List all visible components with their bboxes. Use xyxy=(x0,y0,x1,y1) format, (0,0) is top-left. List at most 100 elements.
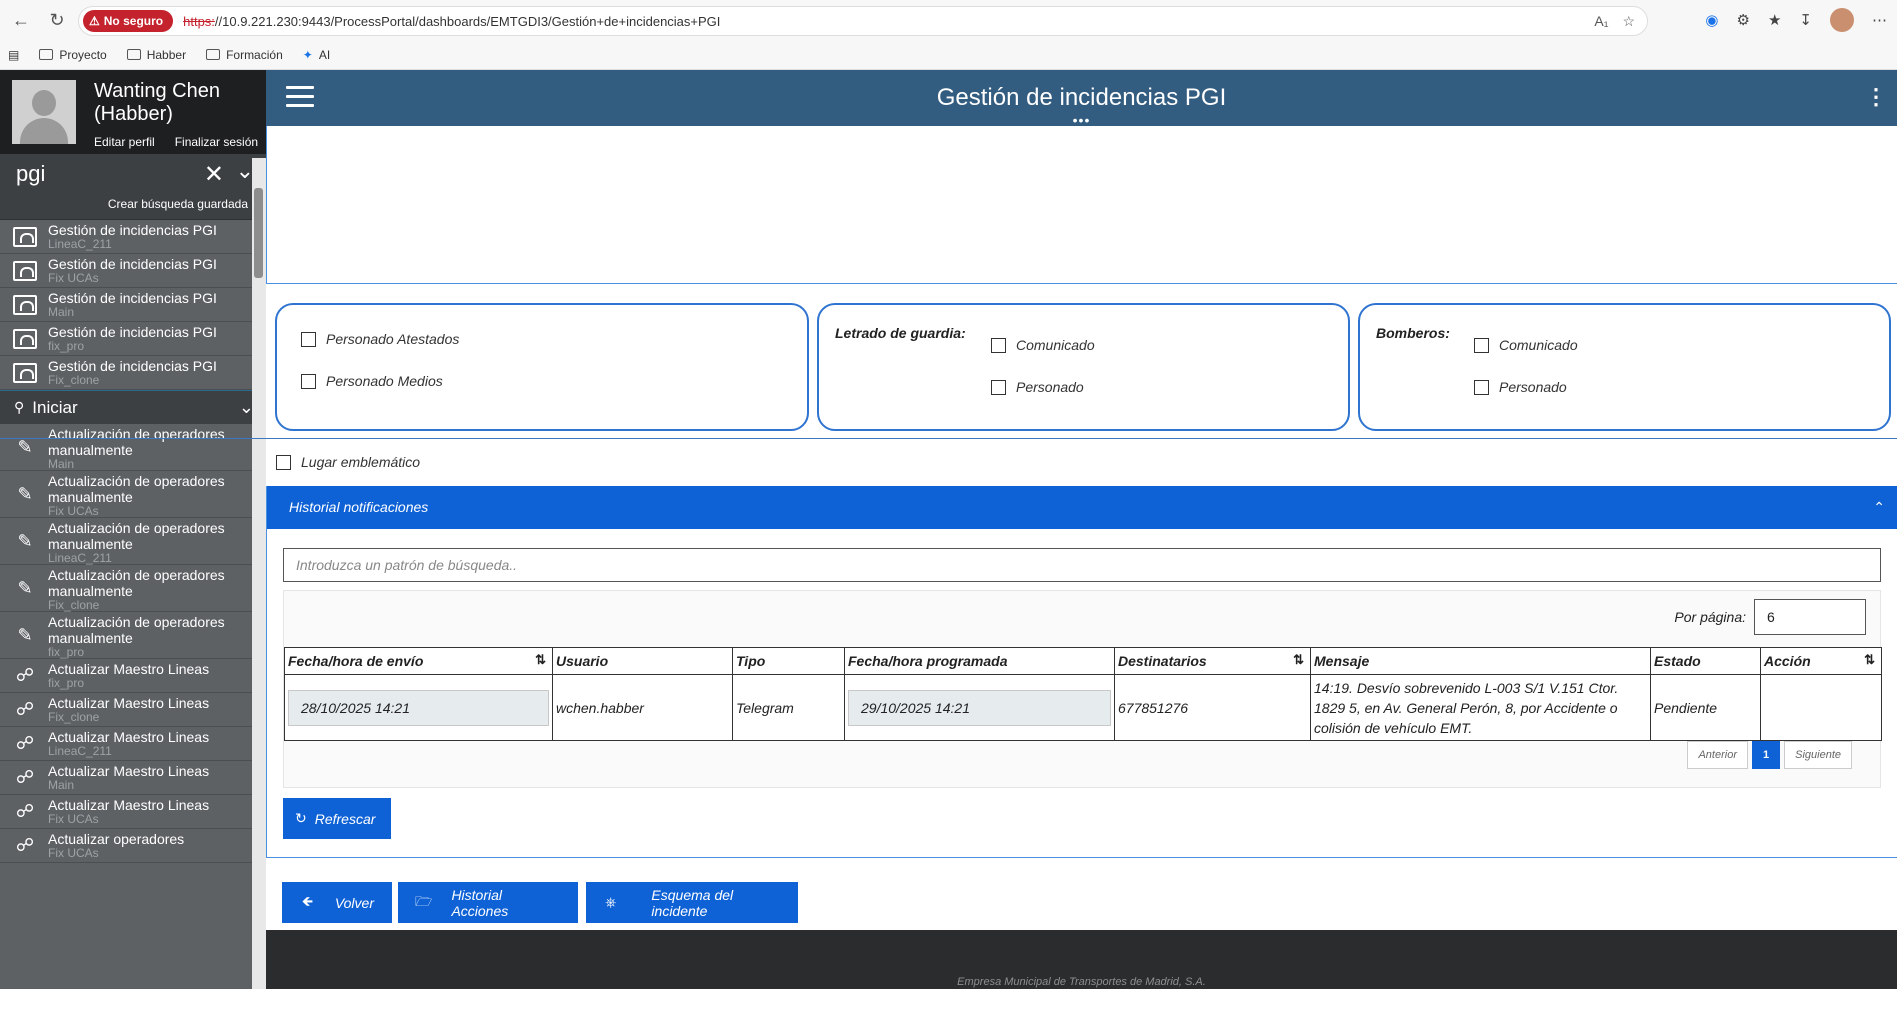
incident-scheme-button[interactable]: ⎈ Esquema del incidente xyxy=(586,882,798,923)
checkbox[interactable] xyxy=(301,373,316,389)
refresh-button[interactable]: ↻ Refrescar xyxy=(283,798,391,839)
letrado-comunicado-checkbox[interactable]: Comunicado xyxy=(991,337,1095,353)
sidebar-process-item[interactable]: ☍ Actualizar Maestro Lineas fix_pro xyxy=(0,659,266,693)
sidebar-process-item[interactable]: ☍ Actualizar Maestro Lineas Fix UCAs xyxy=(0,795,266,829)
profile-panel: Wanting Chen (Habber) Editar perfil Fina… xyxy=(0,70,266,154)
sort-icon[interactable]: ⇅ xyxy=(535,652,546,668)
sidebar-item-subtitle: fix_pro xyxy=(48,645,85,659)
sidebar-dashboard-item[interactable]: Gestión de incidencias PGI Fix UCAs xyxy=(0,254,266,288)
checkbox[interactable] xyxy=(1474,379,1489,395)
lugar-emblematico-checkbox[interactable]: Lugar emblemático xyxy=(276,454,420,470)
ai-icon: ✦ xyxy=(302,47,313,62)
read-aloud-icon[interactable]: A₁ xyxy=(1594,13,1608,30)
download-icon[interactable]: ↧ xyxy=(1799,11,1812,29)
letrado-personado-checkbox[interactable]: Personado xyxy=(991,379,1084,395)
checkbox[interactable] xyxy=(276,454,291,470)
checkbox[interactable] xyxy=(301,331,316,347)
sidebar-dashboard-item[interactable]: Gestión de incidencias PGI Fix_clone xyxy=(0,356,266,390)
sidebar-scrollbar[interactable] xyxy=(252,158,266,989)
checkbox[interactable] xyxy=(1474,337,1489,353)
puzzle-icon[interactable]: ⚙ xyxy=(1737,11,1750,29)
sidebar-process-item[interactable]: ☍ Actualizar Maestro Lineas Main xyxy=(0,761,266,795)
bomberos-label: Bomberos: xyxy=(1376,325,1450,341)
back-button[interactable]: 🡸 Volver xyxy=(282,882,392,923)
sidebar-process-item[interactable]: ✎ Actualización de operadores manualmente… xyxy=(0,424,266,471)
sidebar-process-item[interactable]: ☍ Actualizar Maestro Lineas Fix_clone xyxy=(0,693,266,727)
bookmark-formacion[interactable]: Formación xyxy=(206,48,283,62)
collapse-icon[interactable]: ⌃ xyxy=(1873,486,1885,529)
bookmark-ai[interactable]: ✦ AI xyxy=(303,48,330,62)
col-mensaje: Mensaje xyxy=(1310,647,1651,675)
favorite-star-icon[interactable]: ☆ xyxy=(1622,13,1635,30)
bomberos-comunicado-checkbox[interactable]: Comunicado xyxy=(1474,337,1578,353)
back-arrow-icon[interactable]: ← xyxy=(6,5,36,35)
cell-mensaje: 14:19. Desvío sobrevenido L-003 S/1 V.15… xyxy=(1310,674,1651,741)
prev-page-button[interactable]: Anterior xyxy=(1687,741,1748,769)
notifications-table: Fecha/hora de envío ⇅ Usuario Tipo Fecha/… xyxy=(284,647,1882,741)
sidebar-process-item[interactable]: ✎ Actualización de operadores manualmente… xyxy=(0,565,266,612)
page-1-button[interactable]: 1 xyxy=(1752,741,1781,769)
next-page-button[interactable]: Siguiente xyxy=(1784,741,1852,769)
logout-link[interactable]: Finalizar sesión xyxy=(175,135,258,149)
process-flow-icon: ☍ xyxy=(15,835,35,855)
personado-medios-checkbox[interactable]: Personado Medios xyxy=(301,373,443,389)
col-fecha-envio[interactable]: Fecha/hora de envío ⇅ xyxy=(284,647,553,675)
sort-icon[interactable]: ⇅ xyxy=(1864,652,1875,668)
folder-icon xyxy=(39,49,54,60)
reload-icon[interactable]: ↻ xyxy=(42,5,72,35)
sidebar-item-subtitle: fix_pro xyxy=(48,339,85,353)
search-input[interactable]: Introduzca un patrón de búsqueda.. xyxy=(283,548,1881,582)
folder-icon xyxy=(206,49,221,60)
sidebar-item-title: Gestión de incidencias PGI xyxy=(48,256,217,272)
cell-accion xyxy=(1760,674,1882,741)
col-accion[interactable]: Acción ⇅ xyxy=(1760,647,1882,675)
page-title: Gestión de incidencias PGI xyxy=(936,84,1227,111)
sidebar-process-item[interactable]: ✎ Actualización de operadores manualmente… xyxy=(0,518,266,565)
col-destinatarios[interactable]: Destinatarios ⇅ xyxy=(1114,647,1311,675)
pagination: Anterior 1 Siguiente xyxy=(1687,741,1852,769)
dashboard-list: Gestión de incidencias PGI LineaC_211 Gest… xyxy=(0,220,266,390)
not-secure-badge[interactable]: ⚠ No seguro xyxy=(83,10,174,32)
sidebar-dashboard-item[interactable]: Gestión de incidencias PGI fix_pro xyxy=(0,322,266,356)
clear-search-icon[interactable]: ✕ xyxy=(204,160,224,189)
checkbox[interactable] xyxy=(991,379,1006,395)
personado-atestados-checkbox[interactable]: Personado Atestados xyxy=(301,331,459,347)
per-page-input[interactable]: 6 xyxy=(1754,599,1866,635)
search-icon: ⚲ xyxy=(14,399,25,415)
sidebar-dashboard-item[interactable]: Gestión de incidencias PGI LineaC_211 xyxy=(0,220,266,254)
workspaces-icon[interactable]: ▤ xyxy=(8,48,19,62)
process-flow-icon: ☍ xyxy=(15,767,35,787)
address-bar[interactable]: ⚠ No seguro https://10.9.221.230:9443/Pro… xyxy=(78,6,1648,36)
bomberos-personado-checkbox[interactable]: Personado xyxy=(1474,379,1567,395)
favorites-icon[interactable]: ★ xyxy=(1768,11,1781,29)
browser-avatar[interactable] xyxy=(1830,8,1854,32)
avatar[interactable] xyxy=(12,80,76,144)
start-section-header[interactable]: ⚲ Iniciar ⌄ xyxy=(0,390,266,424)
arrow-left-icon: 🡸 xyxy=(301,892,314,909)
extension-icon[interactable]: ◉ xyxy=(1705,11,1718,29)
checkbox[interactable] xyxy=(991,337,1006,353)
scrollbar-thumb[interactable] xyxy=(254,188,263,278)
sidebar-search[interactable]: pgi ✕ ⌄ xyxy=(0,154,266,194)
sidebar-dashboard-item[interactable]: Gestión de incidencias PGI Main xyxy=(0,288,266,322)
bookmark-habber[interactable]: Habber xyxy=(126,48,186,62)
bookmark-proyecto[interactable]: Proyecto xyxy=(39,48,107,62)
sidebar-item-subtitle: LineaC_211 xyxy=(48,237,112,251)
sidebar-item-title: Gestión de incidencias PGI xyxy=(48,358,217,374)
process-flow-icon: ☍ xyxy=(15,801,35,821)
sidebar-search-input[interactable]: pgi xyxy=(16,161,45,187)
save-search-link[interactable]: Crear búsqueda guardada xyxy=(0,194,266,220)
historial-header[interactable]: Historial notificaciones ⌃ xyxy=(267,486,1897,529)
sidebar-item-subtitle: Fix UCAs xyxy=(48,846,99,860)
more-icon[interactable]: ⋯ xyxy=(1872,11,1887,29)
sort-icon[interactable]: ⇅ xyxy=(1293,652,1304,668)
sidebar-process-item[interactable]: ☍ Actualizar Maestro Lineas LineaC_211 xyxy=(0,727,266,761)
app-header: Gestión de incidencias PGI ••• ⋮ xyxy=(266,70,1897,128)
sidebar-item-subtitle: LineaC_211 xyxy=(48,744,112,758)
edit-profile-link[interactable]: Editar perfil xyxy=(94,135,155,149)
sidebar-process-item[interactable]: ✎ Actualización de operadores manualmente… xyxy=(0,612,266,659)
sidebar-process-item[interactable]: ✎ Actualización de operadores manualmente… xyxy=(0,471,266,518)
history-actions-button[interactable]: 🗁 Historial Acciones xyxy=(398,882,578,923)
sidebar-process-item[interactable]: ☍ Actualizar operadores Fix UCAs xyxy=(0,829,266,863)
kebab-menu-icon[interactable]: ⋮ xyxy=(1865,84,1887,110)
